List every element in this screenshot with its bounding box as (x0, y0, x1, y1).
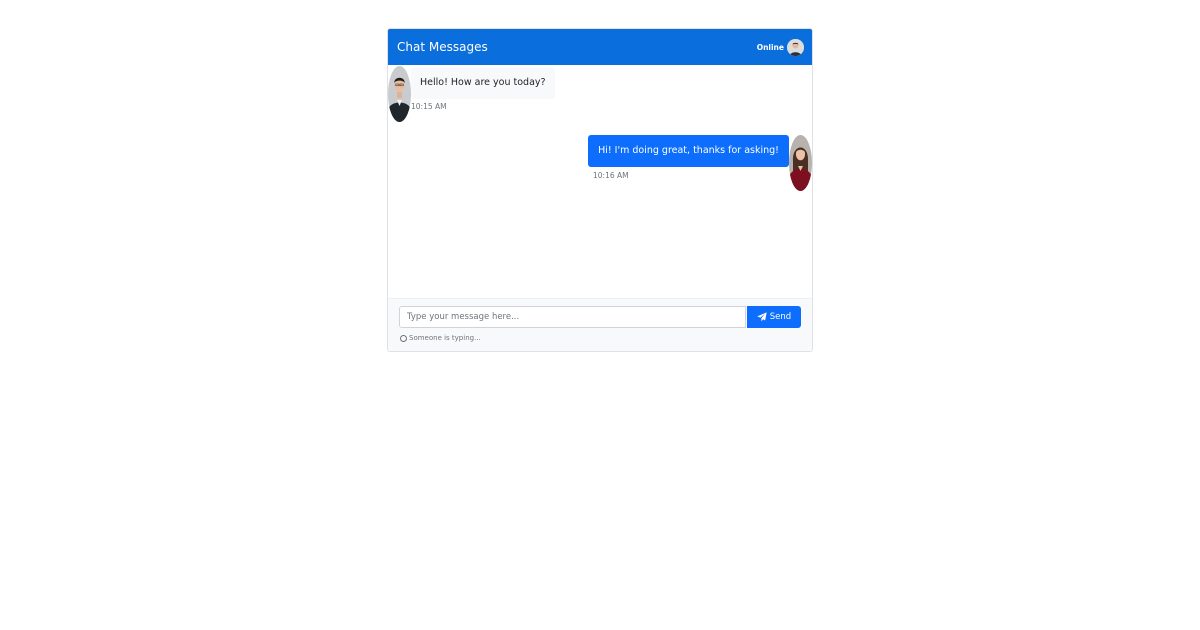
spinner-icon (400, 334, 407, 342)
message-time: 10:15 AM (411, 102, 447, 111)
status-label: Online (756, 42, 784, 52)
message-input[interactable] (399, 306, 746, 328)
woman-avatar-icon (789, 135, 812, 191)
message-list[interactable]: Hello! How are you today? 10:15 AM Hi! I… (388, 65, 812, 298)
message-bubble-outgoing: Hi! I'm doing great, thanks for asking! (588, 135, 789, 167)
send-button[interactable]: Send (747, 306, 801, 328)
message-time: 10:16 AM (593, 171, 629, 180)
status-indicator: Online (757, 38, 804, 56)
typing-text: Someone is typing... (409, 334, 481, 342)
man-avatar-icon (388, 66, 411, 122)
paper-plane-icon (757, 312, 767, 322)
chat-title: Chat Messages (397, 40, 488, 54)
message-composer: Send Someone is typing... (388, 298, 812, 351)
user-avatar-icon[interactable] (787, 38, 804, 56)
send-label: Send (769, 312, 792, 322)
message-text: Hello! How are you today? (420, 77, 546, 88)
message-bubble-incoming: Hello! How are you today? (411, 67, 555, 99)
message-text: Hi! I'm doing great, thanks for asking! (598, 145, 779, 156)
chat-header: Chat Messages Online (388, 29, 812, 65)
chat-window: Chat Messages Online Hello! How are you … (387, 28, 813, 352)
typing-indicator: Someone is typing... (400, 334, 481, 342)
